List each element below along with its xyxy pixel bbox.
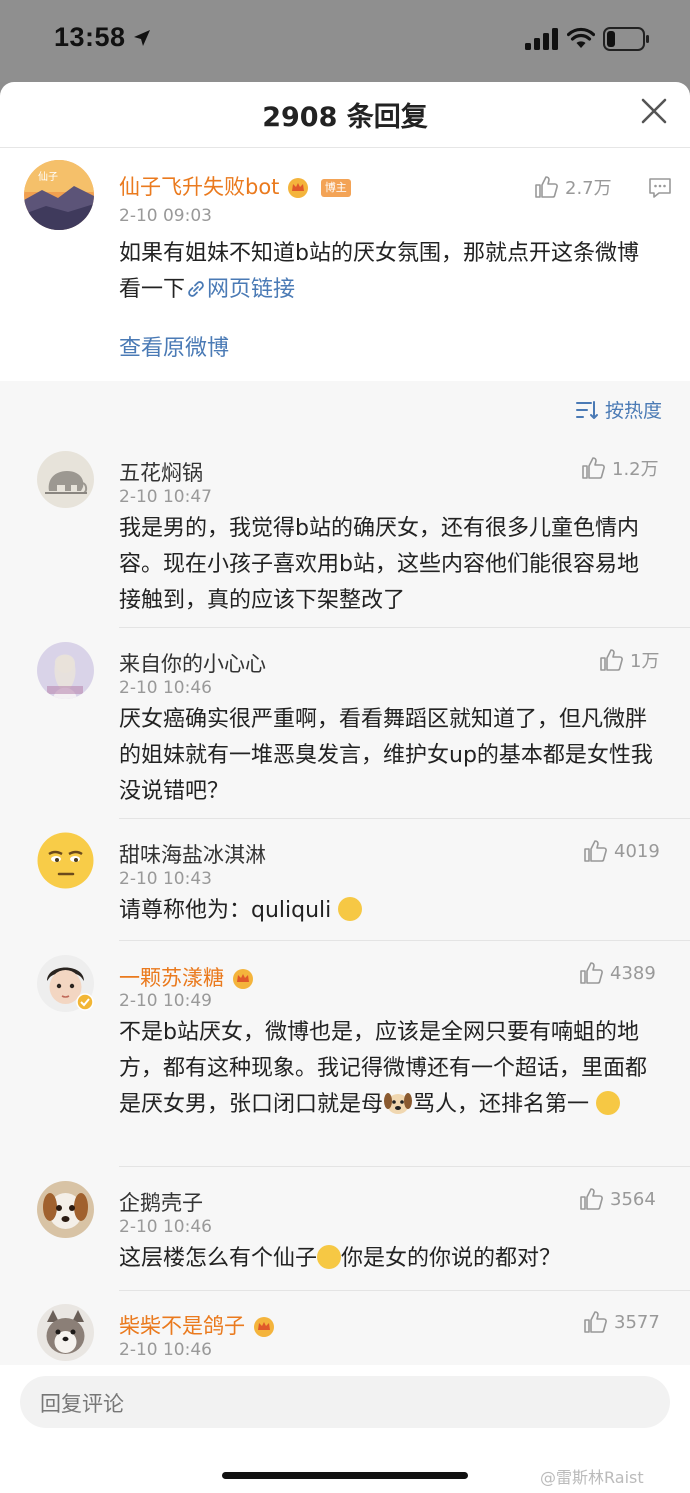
reply-username[interactable]: 来自你的小心心 [119,648,266,678]
view-original-link[interactable]: 查看原微博 [119,330,229,362]
like-count: 1.2万 [612,459,659,480]
reply-text: 请尊称他为：quliquli [119,893,654,929]
title-divider [0,147,690,148]
comment-icon[interactable] [647,175,673,201]
reply-input-placeholder: 回复评论 [40,1392,124,1416]
reply-text: 我是男的，我觉得b站的确厌女，还有很多儿童色情内容。现在小孩子喜欢用b站，这些内… [119,516,639,613]
web-link[interactable]: 网页链接 [207,277,295,302]
thumbs-up-icon [600,649,623,671]
link-icon [188,281,204,297]
reply-text: 不是b站厌女，微博也是，应该是全网只要有喃蛆的地方，都有这种现象。我记得微博还有… [119,1020,648,1117]
avatar[interactable]: 仙子 [24,160,94,230]
sort-toggle[interactable]: 按热度 [575,396,662,423]
like-button[interactable]: 3564 [578,1184,656,1214]
like-button[interactable]: 4389 [578,958,656,988]
yawning-face-emoji-icon [596,1091,621,1115]
reply-time: 2-10 10:43 [119,869,212,889]
fearful-face-emoji-icon [338,897,363,921]
like-button[interactable]: 1万 [598,645,659,675]
svg-text:仙子: 仙子 [38,170,58,183]
thinking-face-emoji-icon [317,1245,342,1269]
sort-icon [576,400,598,419]
wifi-icon [567,27,595,48]
reply-time: 2-10 10:46 [119,678,212,698]
reply-username[interactable]: 五花焖锅 [119,457,203,487]
battery-icon [603,27,649,51]
reply-username[interactable]: 企鹅壳子 [119,1187,203,1217]
avatar[interactable] [37,1304,94,1361]
avatar[interactable] [37,642,94,699]
thumbs-up-icon [580,962,603,984]
like-button[interactable]: 4019 [582,836,660,866]
avatar[interactable] [37,451,94,508]
vip-crown-icon [288,178,309,198]
dog-face-emoji-icon [384,1093,413,1114]
row-divider [119,1166,690,1167]
post-author-name[interactable]: 仙子飞升失败bot 博主 [119,171,351,201]
sheet-title: 2908 条回复 [262,102,428,133]
author-badge: 博主 [320,179,351,197]
cellular-signal-icon [525,28,558,50]
thumbs-up-icon [535,176,558,198]
home-indicator[interactable] [222,1472,468,1479]
thumbs-up-icon [584,1311,607,1333]
like-button[interactable]: 1.2万 [580,453,659,483]
status-time: 13:58 [54,22,126,52]
sort-label: 按热度 [605,400,663,422]
post-time: 2-10 09:03 [119,206,212,226]
like-count: 2.7万 [565,178,612,199]
like-button[interactable]: 2.7万 [533,172,612,202]
like-count: 3577 [614,1311,660,1333]
verified-badge-icon [76,993,94,1011]
close-icon[interactable] [640,97,668,125]
vip-crown-icon [253,1317,274,1337]
vip-crown-icon [232,969,253,989]
like-count: 1万 [630,651,660,672]
like-count: 4389 [610,962,656,984]
thumbs-up-icon [580,1188,603,1210]
reply-input[interactable]: 回复评论 [20,1376,670,1428]
thumbs-up-icon [584,840,607,862]
row-divider [119,940,690,941]
reply-text: 厌女癌确实很严重啊，看看舞蹈区就知道了，但凡微胖的姐妹就有一堆恶臭发言，维护女u… [119,707,653,804]
watermark: @雷斯林Raist [540,1468,644,1487]
reply-time: 2-10 10:49 [119,991,212,1011]
avatar[interactable] [37,832,94,889]
reply-text: 这层楼怎么有个仙子 你是女的你说的都对？ [119,1245,562,1271]
avatar[interactable] [37,1181,94,1238]
reply-time: 2-10 10:47 [119,487,212,507]
reply-username[interactable]: 一颗苏漾糖 [119,962,255,992]
reply-username[interactable]: 柴柴不是鸽子 [119,1310,276,1340]
like-button[interactable]: 3577 [582,1307,660,1337]
like-count: 3564 [610,1188,656,1210]
reply-time: 2-10 10:46 [119,1340,212,1360]
like-count: 4019 [614,840,660,862]
thumbs-up-icon [582,457,605,479]
row-divider [119,627,690,628]
post-text: 如果有姐妹不知道b站的厌女氛围，那就点开这条微博看一下 网页链接 [119,241,639,302]
reply-username[interactable]: 甜味海盐冰淇淋 [119,839,266,869]
status-bar: 13:58 [0,0,690,82]
row-divider [119,818,690,819]
location-arrow-icon [134,30,150,46]
reply-time: 2-10 10:46 [119,1217,212,1237]
row-divider [119,1290,690,1291]
